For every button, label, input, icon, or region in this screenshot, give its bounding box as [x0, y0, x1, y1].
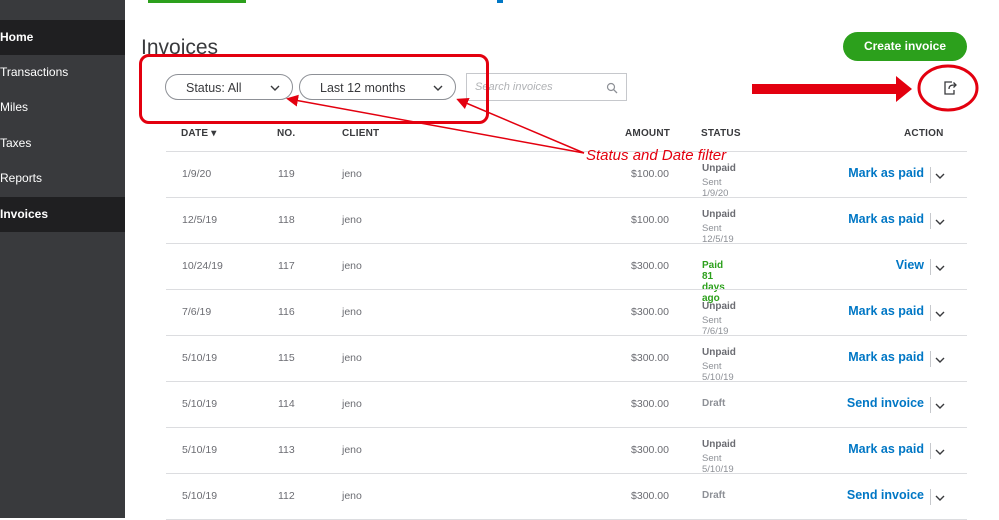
- annotation-big-arrow-shaft: [752, 84, 900, 94]
- annotation-circle-export: [917, 64, 979, 112]
- annotation-overlay: [286, 64, 979, 154]
- annotation-arrow-date: [456, 97, 585, 154]
- annotation-big-arrow-head: [896, 76, 912, 102]
- annotation-arrow-status: [286, 94, 585, 154]
